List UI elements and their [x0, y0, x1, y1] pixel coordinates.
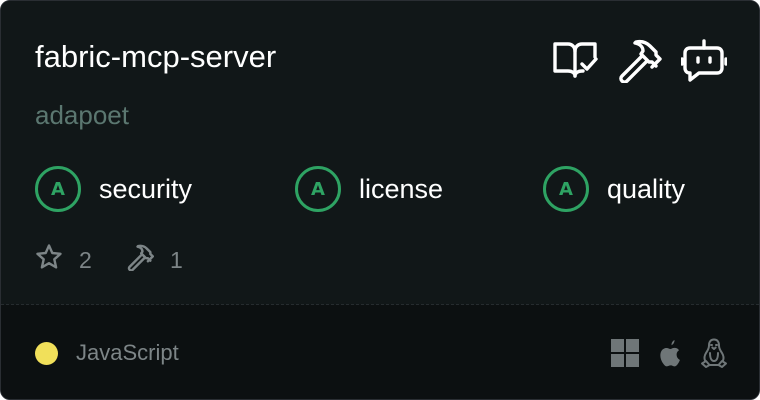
stars-count: 2	[79, 246, 92, 273]
language-name: JavaScript	[76, 340, 179, 365]
repo-name[interactable]: fabric-mcp-server	[35, 37, 276, 77]
security-grade-badge: A	[35, 166, 81, 212]
license-label: license	[359, 173, 444, 204]
bot-icon[interactable]	[681, 37, 727, 83]
linux-icon	[699, 337, 729, 369]
apple-icon	[655, 337, 685, 369]
quality-grade-badge: A	[543, 166, 589, 212]
repo-owner[interactable]: adapoet	[35, 97, 129, 133]
windows-icon	[610, 337, 640, 369]
docs-check-icon[interactable]	[552, 37, 598, 83]
server-card[interactable]: fabric-mcp-server adapoet A security A l…	[0, 0, 760, 400]
license-grade-badge: A	[295, 166, 341, 212]
tools-stat: 1	[126, 244, 183, 276]
tool-hammer-icon	[126, 243, 154, 277]
security-label: security	[99, 173, 193, 204]
security-score[interactable]: A security	[35, 165, 192, 213]
hammer-icon[interactable]	[616, 37, 662, 83]
quality-score[interactable]: A quality	[543, 165, 685, 213]
tools-count: 1	[170, 246, 183, 273]
language-color-dot	[35, 342, 58, 365]
license-score[interactable]: A license	[295, 165, 443, 213]
stars-stat: 2	[35, 244, 92, 276]
star-icon	[35, 243, 63, 277]
quality-label: quality	[607, 173, 686, 204]
